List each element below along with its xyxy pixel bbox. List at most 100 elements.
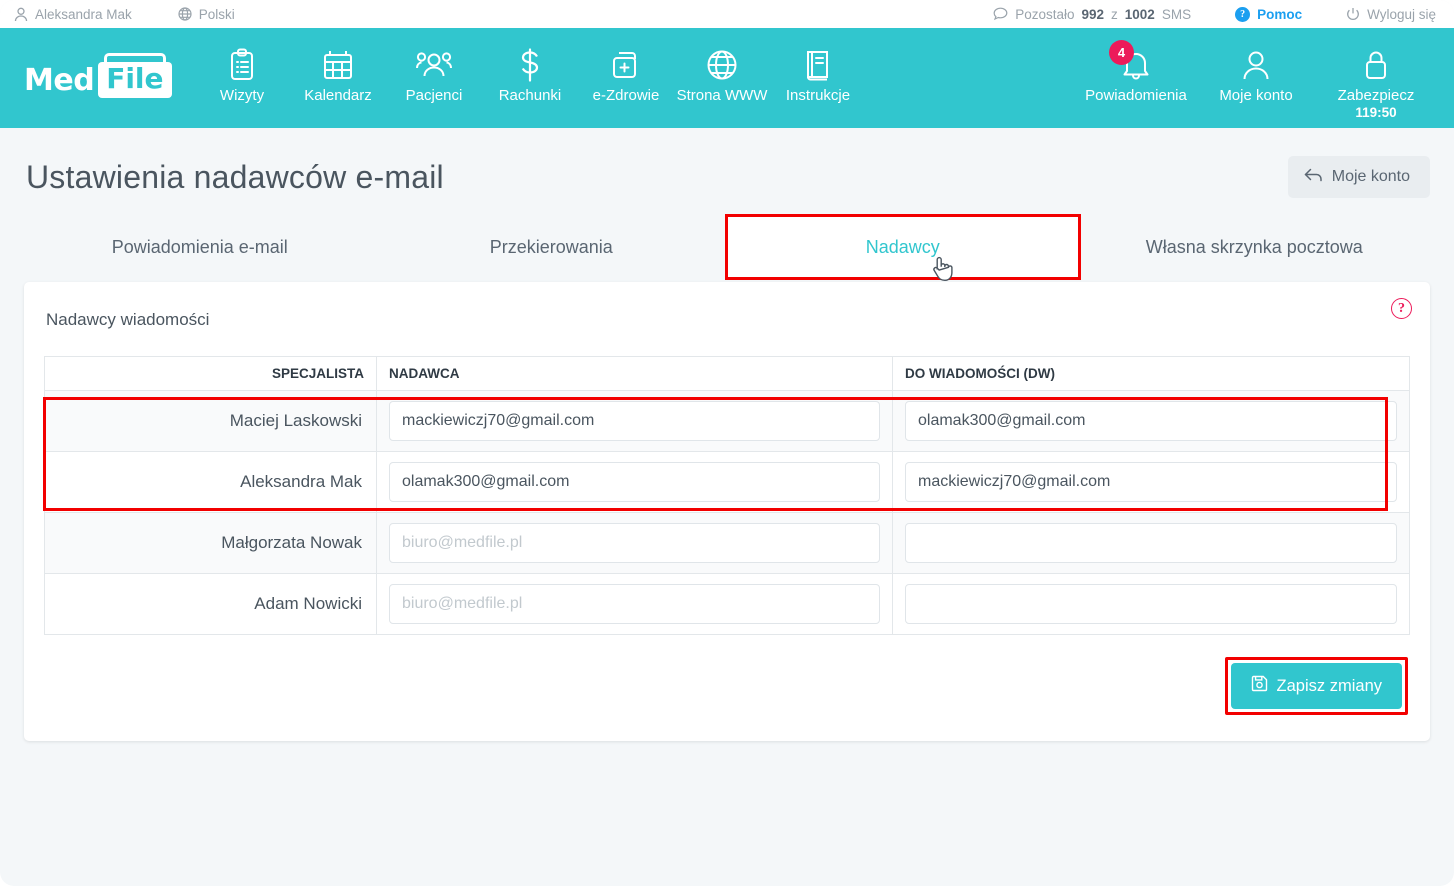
sms-counter: Pozostało 992 z 1002 SMS [993,7,1191,22]
senders-table: SPECJALISTA NADAWCA DO WIADOMOŚCI (DW) M… [44,356,1410,635]
sender-input[interactable] [389,401,880,441]
nav-item-strona-www[interactable]: Strona WWW [674,28,770,104]
question-mark-icon: ? [1235,6,1251,22]
help-link[interactable]: ? Pomoc [1235,6,1303,22]
topbar-language-label: Polski [198,6,235,22]
nav-label: e-Zdrowie [592,87,660,104]
cc-input[interactable] [905,462,1397,502]
annotation-save-highlight: Zapisz zmiany [1224,657,1408,715]
brand-logo-file-wrap: File [98,53,172,98]
security-timer: 119:50 [1355,105,1397,120]
topbar-user-label: Aleksandra Mak [35,6,132,22]
nav-item-pacjenci[interactable]: Pacjenci [386,28,482,104]
column-header-specialist: SPECJALISTA [44,356,377,391]
nav-label: Kalendarz [304,87,372,104]
user-icon [14,7,28,22]
back-to-account-button[interactable]: Moje konto [1287,156,1430,198]
chat-icon [993,7,1008,21]
nav-item-instrukcje[interactable]: Instrukcje [770,28,866,104]
specialist-name: Maciej Laskowski [44,390,377,452]
help-question-icon[interactable]: ? [1391,298,1412,319]
globe-icon [706,45,738,85]
sender-input[interactable] [389,584,880,624]
nav-item-powiadomienia[interactable]: 4 Powiadomienia [1076,28,1196,104]
sender-input[interactable] [389,462,880,502]
save-button[interactable]: Zapisz zmiany [1230,663,1402,709]
brand-logo-file: File [98,62,172,98]
sender-input[interactable] [389,523,880,563]
sms-prefix: Pozostało [1015,6,1075,22]
nav-item-moje-konto[interactable]: Moje konto [1196,28,1316,104]
mouse-cursor-pointer-icon [931,256,953,288]
calendar-icon [322,45,354,85]
nav-right-group: 4 Powiadomienia Moje konto Zabezpiecz 11… [1076,28,1436,120]
nav-items: Wizyty Kalendarz Pacjenci Rachunki e-Zdr… [194,28,866,104]
cc-cell [892,451,1410,513]
nav-item-rachunki[interactable]: Rachunki [482,28,578,104]
medical-file-icon [611,45,641,85]
power-icon [1346,7,1360,21]
people-icon [416,45,452,85]
sms-middle: z [1111,6,1118,22]
cc-cell [892,390,1410,452]
clipboard-icon [227,45,257,85]
topbar-language[interactable]: Polski [178,7,235,22]
brand-logo[interactable]: Med File [24,53,172,98]
book-icon [804,45,832,85]
topbar-user[interactable]: Aleksandra Mak [14,7,132,22]
nav-label: Wizyty [219,87,265,104]
specialist-name: Małgorzata Nowak [44,512,377,574]
utility-topbar: Aleksandra Mak Polski Pozostało 992 z 10… [0,0,1454,28]
card-title: Nadawcy wiadomości [46,310,210,329]
topbar-right-group: Pozostało 992 z 1002 SMS ? Pomoc Wyloguj… [993,6,1436,22]
tab-przekierowania[interactable]: Przekierowania [376,216,728,278]
sms-suffix: SMS [1161,6,1192,22]
tab-label: Przekierowania [489,236,613,257]
save-row: Zapisz zmiany [44,657,1410,715]
nav-label: Instrukcje [785,87,851,104]
logout-label: Wyloguj się [1367,6,1436,22]
help-label: Pomoc [1257,6,1303,22]
topbar-left-group: Aleksandra Mak Polski [14,7,235,22]
nav-item-e-zdrowie[interactable]: e-Zdrowie [578,28,674,104]
notification-badge: 4 [1109,40,1134,65]
tab-label: Własna skrzynka pocztowa [1145,236,1363,257]
tab-label: Powiadomienia e-mail [111,236,288,257]
tab-label: Nadawcy [865,236,940,257]
cc-input[interactable] [905,523,1397,563]
nav-item-zabezpiecz[interactable]: Zabezpiecz 119:50 [1316,28,1436,120]
save-button-label: Zapisz zmiany [1276,676,1382,695]
sms-total: 1002 [1124,6,1155,22]
bell-icon: 4 [1109,40,1151,85]
sender-cell [376,512,893,574]
senders-table-head: SPECJALISTA NADAWCA DO WIADOMOŚCI (DW) [44,356,1410,391]
column-header-cc: DO WIADOMOŚCI (DW) [892,356,1410,391]
user-icon [1241,45,1271,85]
sender-cell [376,390,893,452]
logout-link[interactable]: Wyloguj się [1346,7,1436,22]
back-button-label: Moje konto [1331,168,1410,185]
application-window: Aleksandra Mak Polski Pozostało 992 z 10… [0,0,1454,886]
sender-cell [376,573,893,635]
page-header: Ustawienia nadawców e-mail Moje konto [0,128,1454,202]
settings-tabs: Powiadomienia e-mail Przekierowania Nada… [24,214,1431,281]
nav-label: Strona WWW [676,87,768,104]
tab-nadawcy[interactable]: Nadawcy [725,214,1081,281]
senders-card: Nadawcy wiadomości ? SPECJALISTA NADAWCA… [24,282,1430,741]
main-navbar: Med File Wizyty Kalendarz Pacjenci Rachu… [0,28,1454,128]
senders-table-body: Maciej Laskowski Aleksandra Mak [44,390,1410,635]
nav-item-kalendarz[interactable]: Kalendarz [290,28,386,104]
brand-logo-med: Med [24,62,95,98]
cc-input[interactable] [905,401,1397,441]
table-row: Adam Nowicki [44,573,1410,635]
cc-input[interactable] [905,584,1397,624]
lock-icon [1362,45,1390,85]
sms-remaining: 992 [1081,6,1105,22]
tab-wlasna-skrzynka-pocztowa[interactable]: Własna skrzynka pocztowa [1079,216,1431,278]
table-row: Małgorzata Nowak [44,512,1410,574]
nav-label: Zabezpiecz [1337,87,1415,104]
arrow-back-icon [1304,167,1323,187]
dollar-icon [517,45,543,85]
tab-powiadomienia-email[interactable]: Powiadomienia e-mail [24,216,376,278]
nav-item-wizyty[interactable]: Wizyty [194,28,290,104]
